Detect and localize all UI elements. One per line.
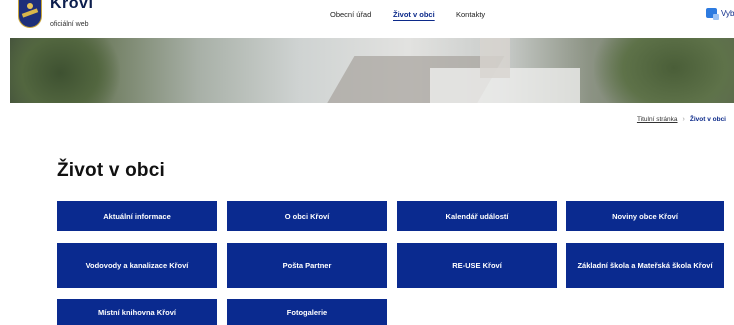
tile-fotogalerie[interactable]: Fotogalerie — [227, 299, 387, 325]
translate-icon — [706, 8, 719, 20]
tile-o-obci[interactable]: O obci Křoví — [227, 201, 387, 231]
tile-aktualni-informace[interactable]: Aktuální informace — [57, 201, 217, 231]
tile-kalendar-udalosti[interactable]: Kalendář událostí — [397, 201, 557, 231]
site-header: Křoví oficiální web Obecní úřad Život v … — [0, 0, 734, 38]
language-selector[interactable]: Vyb — [706, 8, 734, 20]
nav-item-zivot-v-obci[interactable]: Život v obci — [393, 10, 435, 19]
tile-mistni-knihovna[interactable]: Místní knihovna Křoví — [57, 299, 217, 325]
breadcrumb-home-link[interactable]: Titulní stránka — [637, 116, 678, 123]
hero-tree-left — [10, 38, 120, 103]
site-title[interactable]: Křoví — [50, 0, 93, 14]
site-subtitle: oficiální web — [50, 21, 89, 28]
breadcrumb-current: Život v obci — [689, 116, 726, 123]
coat-of-arms-icon[interactable] — [18, 0, 42, 28]
tile-noviny-obce[interactable]: Noviny obce Křoví — [566, 201, 724, 231]
hero-banner — [10, 38, 734, 103]
page-title: Život v obci — [57, 160, 165, 181]
tile-posta-partner[interactable]: Pošta Partner — [227, 243, 387, 288]
nav-item-kontakty[interactable]: Kontakty — [456, 10, 485, 19]
crest-emblem — [27, 3, 33, 9]
tile-re-use[interactable]: RE-USE Křoví — [397, 243, 557, 288]
hero-tree-right — [594, 38, 734, 103]
breadcrumb: Titulní stránka › Život v obci — [637, 116, 726, 123]
language-selector-label: Vyb — [721, 8, 734, 18]
tile-vodovody-a-kanalizace[interactable]: Vodovody a kanalizace Křoví — [57, 243, 217, 288]
tile-zakladni-skola[interactable]: Základní škola a Mateřská škola Křoví — [566, 243, 724, 288]
hero-tower — [480, 38, 510, 78]
breadcrumb-separator: › — [682, 116, 685, 123]
crest-band — [21, 8, 39, 18]
nav-item-obecni-urad[interactable]: Obecní úřad — [330, 10, 371, 19]
